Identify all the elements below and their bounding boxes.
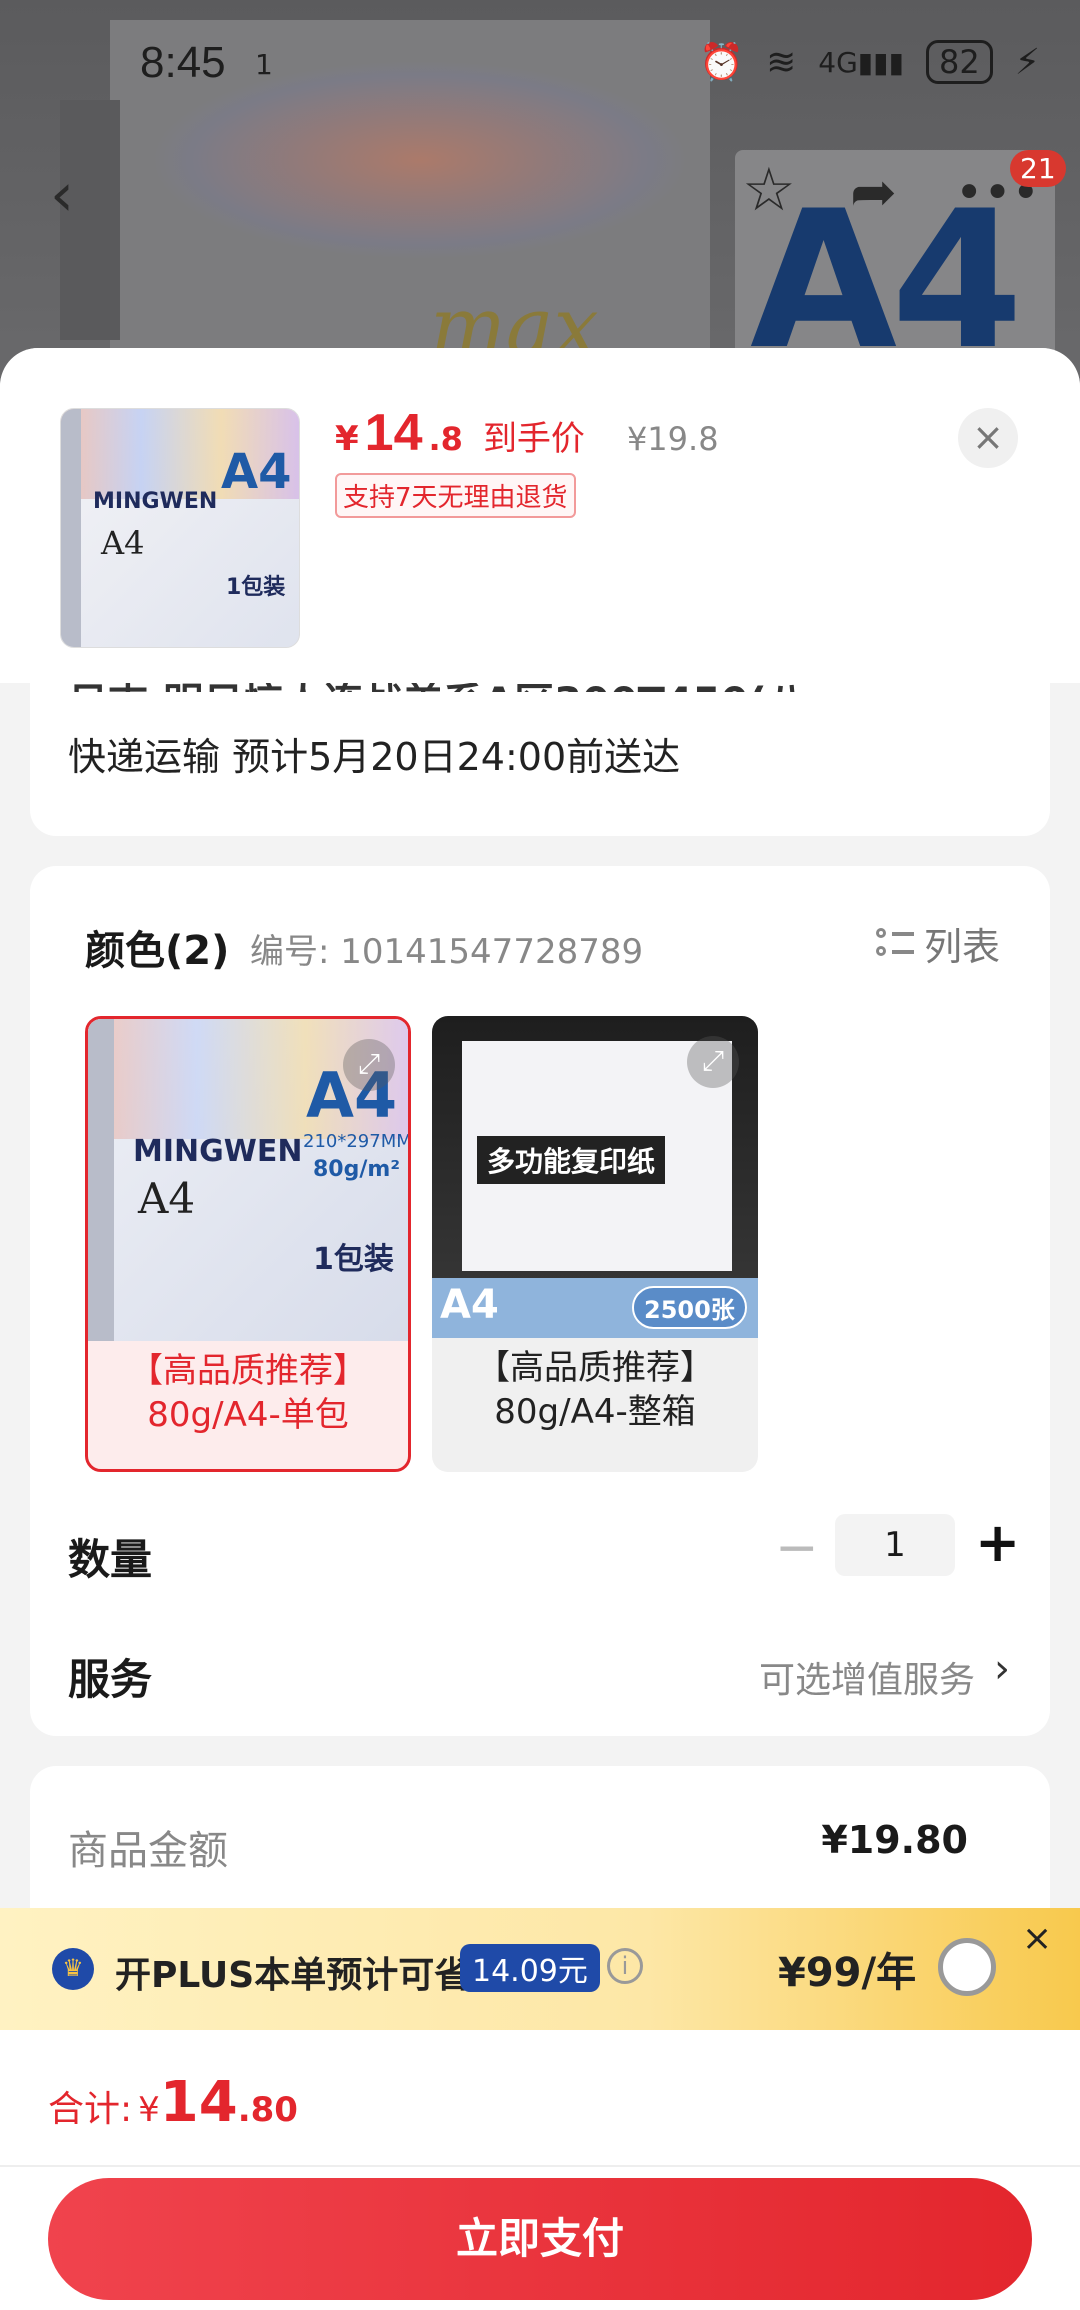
spec-card: 颜色(2) 编号: 10141547728789 列表 A4 210*297MM… (30, 866, 1050, 1736)
variant-gram: 80g/m² (313, 1157, 400, 1182)
checkout-bar: 合计: ¥ 14 .80 立即支付 (0, 2030, 1080, 2310)
list-label: 列表 (923, 925, 1000, 969)
crown-icon: ♛ (52, 1948, 94, 1990)
variant-image: A4 210*297MM MINGWEN A4 80g/m² 1包装 ⤢ (88, 1019, 408, 1341)
status-time: 8:45 (140, 38, 226, 87)
variant-sheet-count: 2500张 (632, 1286, 747, 1329)
variant-caption: 【高品质推荐】 80g/A4-整箱 (432, 1346, 758, 1434)
service-label: 服务 (68, 1655, 153, 1704)
divider (0, 2165, 1080, 2167)
variant-box-label: 多功能复印纸 (477, 1136, 666, 1184)
price-label: 到手价 (482, 419, 585, 459)
color-title: 颜色(2) (85, 928, 230, 974)
amount-value: ¥19.80 (821, 1818, 968, 1862)
variant-caption-line2: 80g/A4-单包 (147, 1395, 349, 1435)
thumbnail-spine (61, 409, 81, 647)
price-row: ¥ 14 .8 到手价 ¥19.8 (335, 403, 719, 463)
variant-pack: 1包装 (313, 1242, 394, 1277)
plus-promo-text: 开PLUS本单预计可省 (115, 1955, 471, 1996)
original-price: ¥19.8 (626, 420, 719, 458)
favorite-star-icon[interactable]: ☆ (742, 155, 796, 225)
thumbnail-brand: MINGWEN (93, 489, 218, 514)
variant-spine (88, 1019, 114, 1341)
variant-a4: A4 (440, 1282, 499, 1328)
expand-icon[interactable]: ⤢ (687, 1036, 739, 1088)
price-decimal: .8 (428, 420, 463, 458)
quantity-label: 数量 (68, 1535, 153, 1584)
list-view-button[interactable]: 列表 (875, 916, 1000, 971)
price-currency: ¥ (335, 419, 359, 459)
status-indicator: 1 (255, 48, 273, 81)
variant-image: 多功能复印纸 A4 2500张 ⤢ (432, 1016, 758, 1338)
battery-icon: 82 (926, 40, 993, 84)
total-label: 合计: (48, 2089, 133, 2130)
product-code: 编号: 10141547728789 (250, 932, 644, 972)
thumbnail-a4-small: A4 (101, 524, 145, 562)
product-thumbnail[interactable]: A4 MINGWEN A4 1包装 (60, 408, 300, 648)
variant-single-pack[interactable]: A4 210*297MM MINGWEN A4 80g/m² 1包装 ⤢ 【高品… (85, 1016, 411, 1472)
plus-price: ¥99/年 (778, 1950, 917, 1996)
back-icon[interactable]: ‹ (50, 160, 74, 230)
close-button[interactable]: × (958, 408, 1018, 468)
plus-savings-badge: 14.09元 (460, 1944, 600, 1992)
info-icon[interactable]: i (607, 1948, 643, 1984)
total-decimal: .80 (237, 2090, 298, 2130)
wifi-icon: ≋ (766, 41, 797, 83)
status-icons: ⏰ ≋ 4G▮▮▮ 82 ⚡ (699, 40, 1040, 84)
quantity-increase-button[interactable]: + (975, 1511, 1020, 1574)
expand-icon[interactable]: ⤢ (343, 1039, 395, 1091)
return-policy-tag: 支持7天无理由退货 (335, 473, 576, 518)
plus-close-icon[interactable]: × (1022, 1918, 1052, 1959)
charging-icon: ⚡ (1014, 41, 1040, 83)
chevron-right-icon[interactable]: › (994, 1646, 1010, 1692)
thumbnail-a4: A4 (221, 444, 292, 500)
amount-label: 商品金额 (68, 1828, 228, 1874)
variant-caption-line1: 【高品质推荐】 (476, 1348, 714, 1388)
variant-caption-line1: 【高品质推荐】 (129, 1351, 367, 1391)
price-integer: 14 (364, 404, 423, 462)
total-price: 合计: ¥ 14 .80 (48, 2070, 298, 2135)
pay-now-button[interactable]: 立即支付 (48, 2178, 1032, 2300)
total-integer: 14 (159, 2070, 238, 2135)
shipping-estimate: 快递运输 预计5月20日24:00前送达 (68, 735, 681, 779)
status-bar: 8:45 1 ⏰ ≋ 4G▮▮▮ 82 ⚡ (0, 0, 1080, 130)
list-icon (875, 926, 914, 962)
service-hint[interactable]: 可选增值服务 (759, 1651, 975, 1703)
variant-a4-small: A4 (138, 1174, 196, 1223)
total-currency: ¥ (138, 2090, 160, 2130)
thumbnail-pack: 1包装 (226, 575, 286, 600)
plus-promo-bar[interactable]: ♛ 开PLUS本单预计可省 14.09元 i ¥99/年 × (0, 1908, 1080, 2030)
alarm-icon: ⏰ (699, 42, 745, 83)
variant-caption-line2: 80g/A4-整箱 (494, 1392, 696, 1432)
signal-icon: 4G▮▮▮ (818, 45, 904, 79)
variant-full-box[interactable]: 多功能复印纸 A4 2500张 ⤢ 【高品质推荐】 80g/A4-整箱 (432, 1016, 758, 1472)
quantity-input[interactable]: 1 (835, 1514, 955, 1576)
variant-caption: 【高品质推荐】 80g/A4-单包 (88, 1349, 408, 1437)
share-icon[interactable]: ➦ (850, 160, 897, 225)
variant-dimensions: 210*297MM (303, 1131, 411, 1152)
plus-radio-button[interactable] (938, 1938, 996, 1996)
sheet-header: A4 MINGWEN A4 1包装 ¥ 14 .8 到手价 ¥19.8 支持7天… (0, 348, 1080, 683)
variant-brand: MINGWEN (133, 1134, 303, 1169)
notification-badge: 21 (1010, 150, 1066, 187)
quantity-decrease-button[interactable]: − (775, 1518, 819, 1578)
network-type: 4G (818, 45, 858, 79)
